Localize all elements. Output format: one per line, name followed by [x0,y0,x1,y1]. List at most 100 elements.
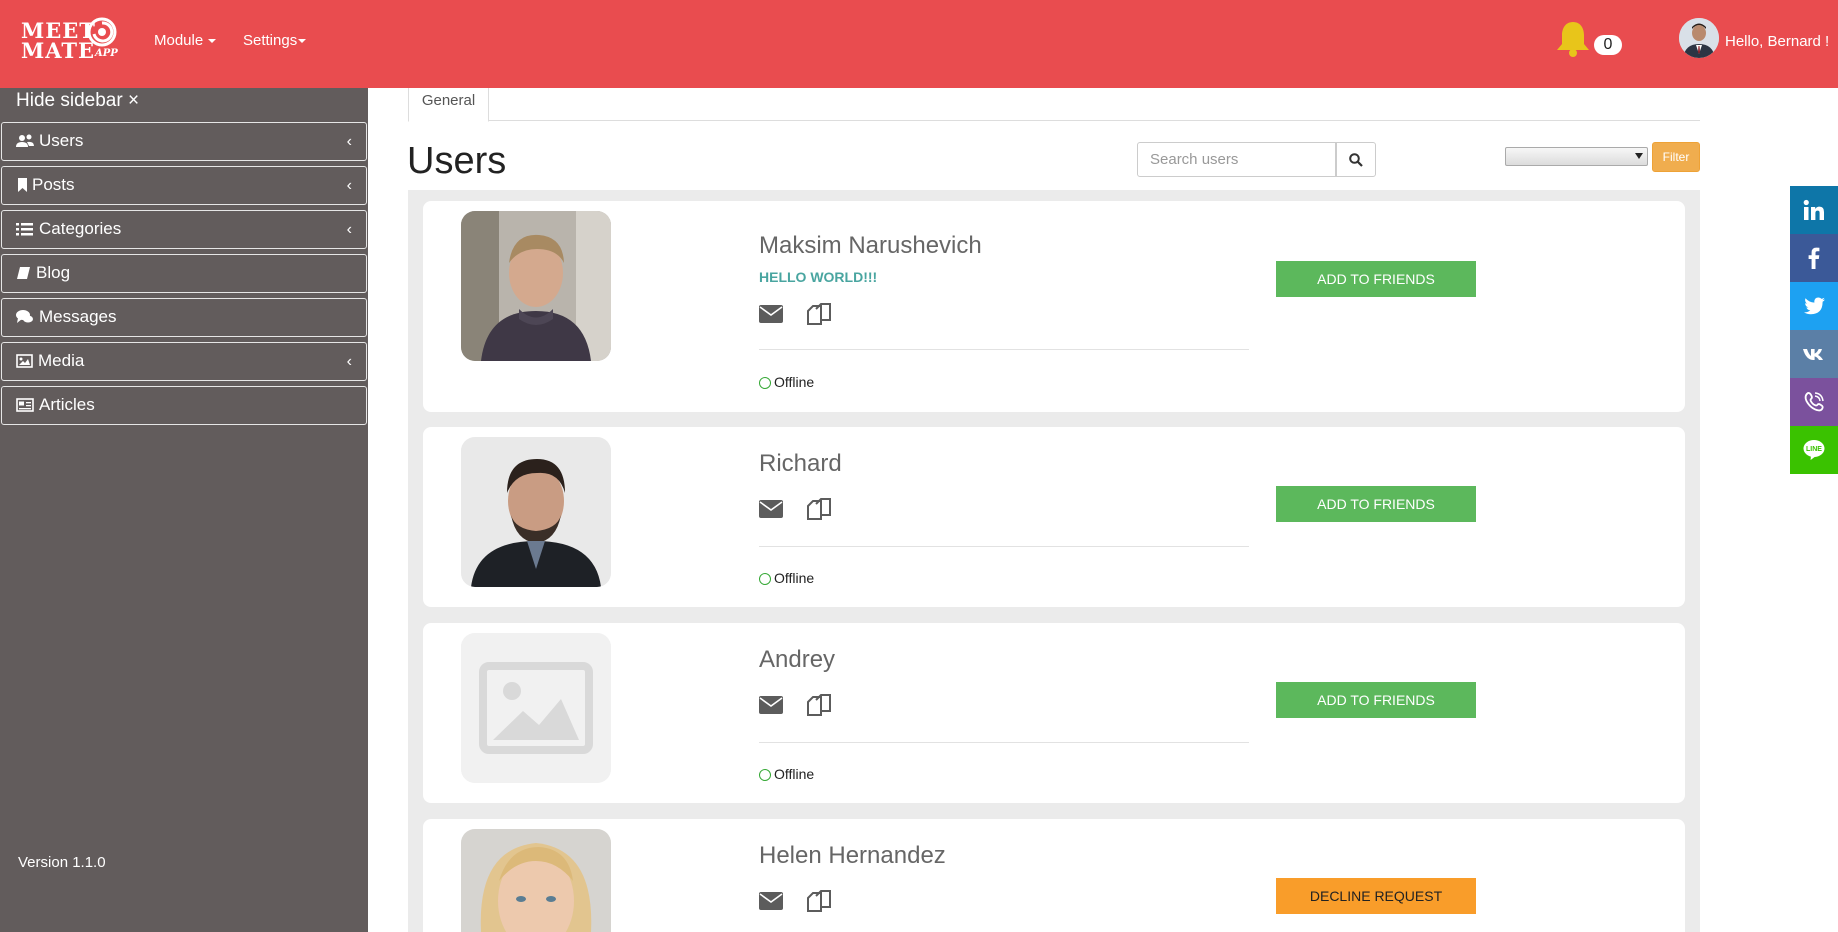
presence-status: Offline [759,766,814,782]
share-line-button[interactable]: LINE [1790,426,1838,474]
chevron-left-icon: ‹ [346,221,352,238]
user-photo[interactable] [461,437,611,587]
user-name[interactable]: Helen Hernandez [759,842,946,870]
user-photo[interactable] [461,829,611,932]
share-linkedin-button[interactable] [1790,186,1838,234]
share-twitter-button[interactable] [1790,282,1838,330]
user-photo-image [461,829,611,932]
presence-label: Offline [774,570,815,586]
card-divider [759,546,1249,547]
list-icon [16,223,33,236]
user-photo-image [461,211,611,361]
vk-icon [1803,349,1823,360]
add-to-friends-button[interactable]: ADD TO FRIENDS [1276,261,1476,297]
user-card: Maksim Narushevich HELLO WORLD!!! Offlin… [423,201,1685,412]
bell-icon[interactable] [1555,20,1591,58]
sidebar-item-media[interactable]: Media ‹ [1,342,367,381]
sidebar-item-articles[interactable]: Articles [1,386,367,425]
user-card: Andrey Offline ADD TO FRIENDS [423,623,1685,803]
linkedin-icon [1803,199,1824,220]
page-title: Users [407,140,507,182]
user-name[interactable]: Richard [759,450,842,478]
top-navbar: MEET MATE APP Module Settings 0 Hello, B… [0,0,1838,88]
image-icon [16,354,33,368]
chevron-left-icon: ‹ [346,353,352,370]
share-viber-button[interactable] [1790,378,1838,426]
hide-sidebar-button[interactable]: Hide sidebar × [16,90,139,112]
presence-status: Offline [759,570,814,586]
envelope-icon[interactable] [759,696,783,714]
envelope-icon[interactable] [759,892,783,910]
copy-icon[interactable] [806,693,832,717]
logo-text-app: APP [95,48,118,59]
sidebar-item-label: Blog [36,263,71,282]
search-button[interactable] [1336,142,1376,177]
card-divider [759,349,1249,350]
user-avatar[interactable] [1679,18,1719,58]
sidebar-item-categories[interactable]: Categories ‹ [1,210,367,249]
dropdown-arrow-icon [1635,153,1643,159]
app-logo[interactable]: MEET MATE APP [21,17,125,63]
copy-icon[interactable] [806,302,832,326]
sidebar-item-label: Categories [39,219,122,238]
card-divider [759,742,1249,743]
sidebar-item-messages[interactable]: Messages [1,298,367,337]
module-menu[interactable]: Module [154,32,217,49]
offline-dot-icon [759,769,771,781]
chevron-left-icon: ‹ [346,177,352,194]
user-photo[interactable] [461,211,611,361]
viber-icon [1804,392,1824,412]
search-input[interactable] [1137,142,1336,177]
image-placeholder-icon [461,633,611,783]
user-photo-image [461,437,611,587]
presence-status: Offline [759,374,814,390]
version-label: Version 1.1.0 [18,854,106,871]
settings-menu-label: Settings [243,32,298,49]
user-card: Richard Offline ADD TO FRIENDS [423,427,1685,607]
search-icon [1349,153,1363,167]
caret-down-icon [298,39,307,44]
comments-icon [16,310,33,323]
offline-dot-icon [759,377,771,389]
user-name[interactable]: Andrey [759,646,835,674]
sidebar-item-label: Messages [39,307,117,326]
add-to-friends-button[interactable]: ADD TO FRIENDS [1276,682,1476,718]
envelope-icon[interactable] [759,500,783,518]
module-menu-label: Module [154,32,204,49]
book-icon [17,267,30,281]
sidebar-item-users[interactable]: Users ‹ [1,122,367,161]
envelope-icon[interactable] [759,305,783,323]
sidebar-item-label: Articles [39,395,95,414]
sidebar-item-posts[interactable]: Posts ‹ [1,166,367,205]
user-greeting[interactable]: Hello, Bernard ! [1725,33,1829,50]
sidebar-item-label: Media [38,351,85,370]
filter-select[interactable] [1505,147,1648,166]
logo-swirl-icon [87,17,117,47]
twitter-icon [1803,297,1825,315]
share-vk-button[interactable] [1790,330,1838,378]
sidebar-item-label: Users [39,131,84,150]
notification-count-badge: 0 [1594,35,1622,55]
chevron-left-icon: ‹ [346,133,352,150]
add-to-friends-button[interactable]: ADD TO FRIENDS [1276,486,1476,522]
filter-button[interactable]: Filter [1652,142,1700,172]
settings-menu[interactable]: Settings [243,32,307,49]
copy-icon[interactable] [806,497,832,521]
presence-label: Offline [774,374,815,390]
user-status-message: HELLO WORLD!!! [759,269,878,285]
tab-general[interactable]: General [408,88,489,122]
newspaper-icon [16,398,34,412]
user-photo[interactable] [461,633,611,783]
share-facebook-button[interactable] [1790,234,1838,282]
user-name[interactable]: Maksim Narushevich [759,232,982,260]
sidebar-item-blog[interactable]: Blog [1,254,367,293]
user-avatar-image [1679,18,1719,58]
svg-text:LINE: LINE [1806,446,1822,453]
sidebar-item-label: Posts [32,175,75,194]
presence-label: Offline [774,766,815,782]
copy-icon[interactable] [806,889,832,913]
tab-bar: General [408,88,1700,122]
decline-request-button[interactable]: DECLINE REQUEST [1276,878,1476,914]
line-icon: LINE [1803,440,1825,460]
offline-dot-icon [759,573,771,585]
